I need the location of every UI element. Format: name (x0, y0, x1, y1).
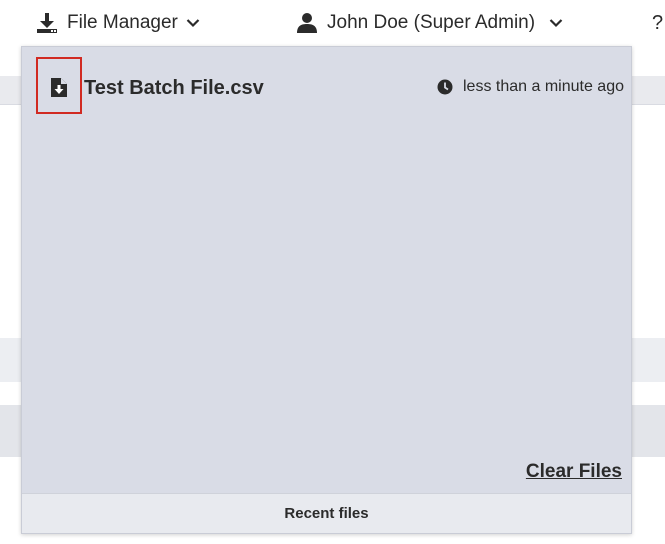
file-download-button[interactable] (36, 57, 82, 114)
list-item: Test Batch File.csv less than a minute a… (22, 47, 631, 127)
recent-files-label: Recent files (284, 505, 369, 522)
user-menu[interactable]: John Doe (Super Admin) (296, 10, 563, 36)
download-tray-icon (36, 12, 58, 34)
file-time-label: less than a minute ago (463, 78, 624, 95)
clock-icon (437, 79, 453, 95)
background-row (0, 405, 22, 457)
file-manager-dropdown: Test Batch File.csv less than a minute a… (21, 46, 632, 534)
background-row (0, 338, 22, 382)
clear-files-button[interactable]: Clear Files (526, 461, 622, 483)
recent-files-footer: Recent files (22, 493, 631, 533)
file-timestamp: less than a minute ago (437, 78, 624, 96)
user-icon (296, 12, 318, 34)
help-label: ? (652, 11, 664, 34)
chevron-down-icon (549, 18, 563, 28)
top-navbar: File Manager John Doe (Super Admin) ? (0, 0, 665, 46)
file-manager-menu[interactable]: File Manager (36, 10, 200, 36)
background-row (632, 338, 665, 382)
file-manager-label: File Manager (67, 12, 178, 33)
page: File Manager John Doe (Super Admin) ? Te… (0, 0, 665, 544)
file-name-link[interactable]: Test Batch File.csv (84, 77, 264, 100)
help-menu[interactable]: ? (652, 10, 663, 36)
file-download-icon (51, 78, 67, 97)
user-name-label: John Doe (Super Admin) (327, 12, 536, 33)
background-row (632, 405, 665, 457)
chevron-down-icon (186, 18, 200, 28)
